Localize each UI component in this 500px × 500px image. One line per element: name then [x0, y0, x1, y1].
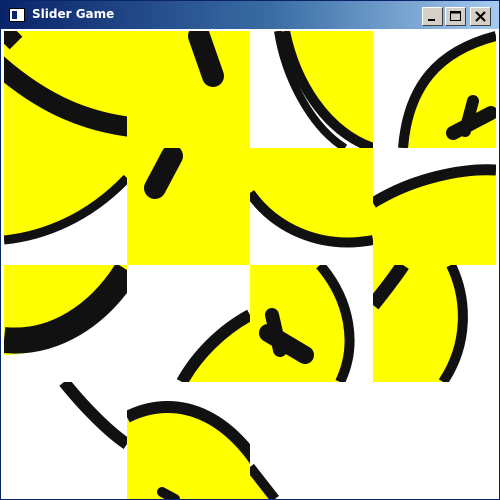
empty-slot[interactable] — [373, 382, 496, 499]
app-window-icon[interactable] — [9, 8, 25, 22]
puzzle-tile[interactable] — [127, 148, 250, 265]
puzzle-tile[interactable] — [373, 265, 496, 382]
puzzle-tile[interactable] — [127, 265, 250, 382]
puzzle-tile[interactable] — [127, 31, 250, 148]
close-button[interactable] — [470, 7, 491, 26]
close-icon — [475, 11, 486, 22]
puzzle-tile[interactable] — [4, 382, 127, 499]
maximize-icon — [450, 11, 461, 21]
puzzle-tile[interactable] — [250, 265, 373, 382]
puzzle-tile[interactable] — [250, 148, 373, 265]
puzzle-tile[interactable] — [4, 148, 127, 265]
title-bar[interactable]: Slider Game — [1, 1, 499, 29]
puzzle-tile[interactable] — [127, 382, 250, 499]
minimize-button[interactable] — [422, 7, 443, 26]
minimize-icon — [428, 19, 435, 21]
puzzle-tile[interactable] — [373, 148, 496, 265]
maximize-button[interactable] — [445, 7, 466, 26]
game-window: Slider Game — [0, 0, 500, 500]
puzzle-tile[interactable] — [250, 31, 373, 148]
window-title: Slider Game — [32, 7, 115, 21]
puzzle-tile[interactable] — [250, 382, 373, 499]
puzzle-board — [4, 31, 498, 499]
puzzle-tile[interactable] — [4, 31, 127, 148]
puzzle-tile[interactable] — [4, 265, 127, 382]
puzzle-tile[interactable] — [373, 31, 496, 148]
